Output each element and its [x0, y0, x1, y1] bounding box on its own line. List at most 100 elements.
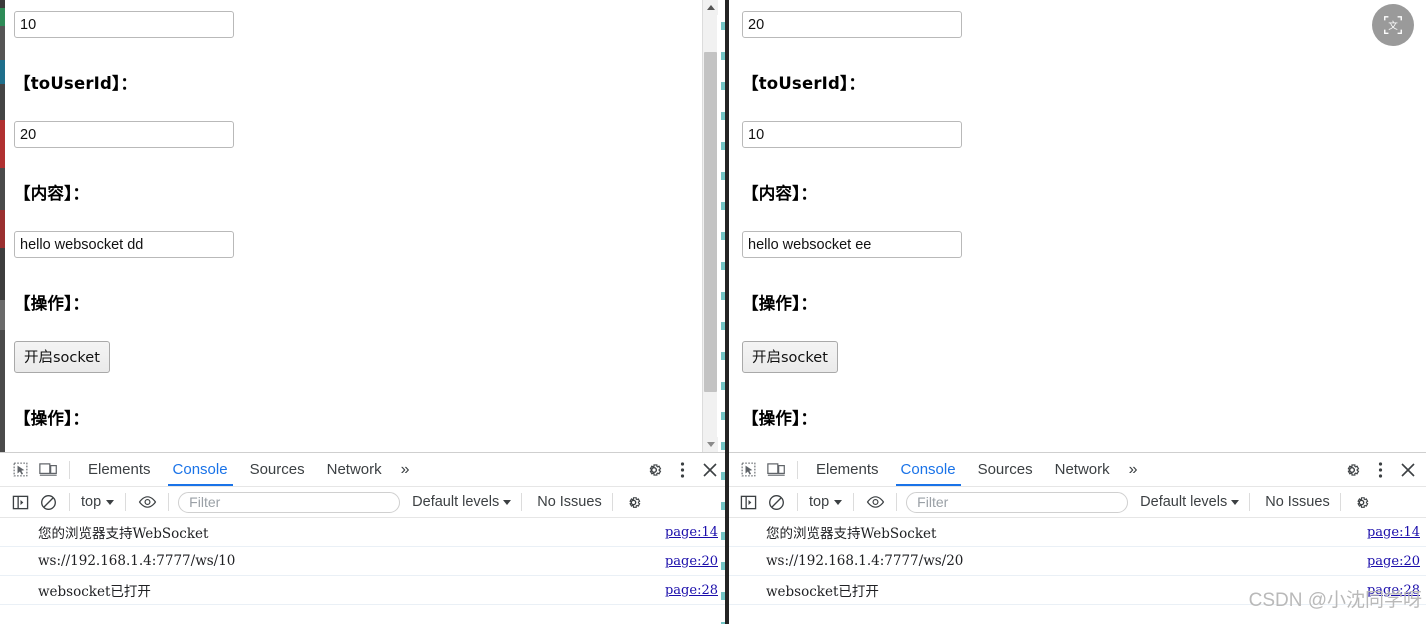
log-source-link[interactable]: page:28	[1367, 583, 1420, 598]
gear-icon[interactable]	[640, 456, 668, 484]
context-value: top	[809, 494, 830, 510]
tab-elements[interactable]: Elements	[77, 453, 162, 486]
live-expression-eye-icon[interactable]	[133, 488, 161, 516]
context-value: top	[81, 494, 102, 510]
inspect-element-icon[interactable]	[734, 456, 762, 484]
clear-console-icon[interactable]	[762, 488, 790, 516]
content-input[interactable]	[742, 231, 962, 258]
filterbar-divider-5	[611, 493, 613, 511]
log-source-link[interactable]: page:20	[665, 554, 718, 569]
filterbar-divider-4	[521, 493, 523, 511]
console-log-row[interactable]: websocket已打开 page:28	[0, 576, 728, 605]
console-filter-input[interactable]	[178, 491, 401, 513]
filterbar-divider-1	[69, 493, 70, 511]
more-tabs-chevron-icon[interactable]: »	[1121, 461, 1146, 479]
console-bottom-strip	[0, 620, 728, 624]
tab-network[interactable]: Network	[1044, 453, 1121, 486]
console-log-row[interactable]: ws://192.168.1.4:7777/ws/10 page:20	[0, 547, 728, 576]
browser-window-right: 【toUserId】： 【内容】： 【操作】： 开启socket 【操作】： 发…	[728, 0, 1426, 624]
console-bottom-strip	[728, 620, 1426, 624]
inspect-element-icon[interactable]	[6, 456, 34, 484]
content-input[interactable]	[14, 231, 234, 258]
chevron-down-icon	[106, 499, 115, 505]
console-settings-gear-icon[interactable]	[620, 488, 648, 516]
kebab-menu-icon[interactable]	[1366, 456, 1394, 484]
console-log-row[interactable]: 您的浏览器支持WebSocket page:14	[728, 518, 1426, 547]
page-scrollbar[interactable]	[702, 0, 718, 452]
tab-network[interactable]: Network	[316, 453, 393, 486]
user-id-input[interactable]	[742, 11, 962, 38]
log-message-url[interactable]: //192.168.1.4:7777	[789, 553, 919, 569]
to-user-id-input[interactable]	[14, 121, 234, 148]
scroll-up-arrow-icon[interactable]	[703, 0, 718, 15]
console-levels-selector[interactable]: Default levels	[1140, 494, 1240, 510]
kebab-menu-icon[interactable]	[668, 456, 696, 484]
user-id-input[interactable]	[14, 11, 234, 38]
page-content-right: 【toUserId】： 【内容】： 【操作】： 开启socket 【操作】： 发…	[728, 0, 1426, 452]
console-filter-bar: top Default levels No Issues	[0, 487, 728, 518]
scrollbar-thumb[interactable]	[704, 52, 717, 392]
tab-console[interactable]: Console	[890, 453, 967, 486]
filterbar-divider-3	[168, 493, 170, 511]
console-log-row[interactable]: ws://192.168.1.4:7777/ws/20 page:20	[728, 547, 1426, 576]
console-settings-gear-icon[interactable]	[1348, 488, 1376, 516]
live-expression-eye-icon[interactable]	[861, 488, 889, 516]
console-sidebar-icon[interactable]	[6, 488, 34, 516]
console-filter-bar: top Default levels No Issues	[728, 487, 1426, 518]
device-toolbar-icon[interactable]	[34, 456, 62, 484]
log-source-link[interactable]: page:14	[665, 525, 718, 540]
page-content-left: 【toUserId】： 【内容】： 【操作】： 开启socket 【操作】： 发…	[0, 0, 728, 452]
console-context-selector[interactable]: top	[805, 494, 846, 510]
filterbar-divider-2	[125, 493, 127, 511]
tab-console[interactable]: Console	[162, 453, 239, 486]
clear-console-icon[interactable]	[34, 488, 62, 516]
chevron-down-icon	[1231, 499, 1240, 505]
action-label-2: 【操作】：	[742, 409, 818, 428]
open-socket-button[interactable]: 开启socket	[742, 341, 838, 373]
close-icon[interactable]	[1394, 456, 1422, 484]
svg-text:文: 文	[1388, 20, 1398, 32]
scroll-down-arrow-icon[interactable]	[703, 437, 718, 452]
device-toolbar-icon[interactable]	[762, 456, 790, 484]
log-message: websocket已打开	[766, 584, 879, 600]
content-label: 【内容】：	[742, 184, 818, 203]
console-levels-selector[interactable]: Default levels	[412, 494, 512, 510]
devtools-panel-right: Elements Console Sources Network » top F…	[728, 452, 1426, 624]
tab-elements[interactable]: Elements	[805, 453, 890, 486]
devtools-tabbar: Elements Console Sources Network »	[0, 453, 728, 487]
console-context-selector[interactable]: top	[77, 494, 118, 510]
log-source-link[interactable]: page:20	[1367, 554, 1420, 569]
translate-icon[interactable]: 文	[1372, 4, 1414, 46]
console-log-list: 您的浏览器支持WebSocket page:14 ws://192.168.1.…	[0, 518, 728, 624]
tab-sources[interactable]: Sources	[967, 453, 1044, 486]
log-message-suffix: /ws/10	[190, 553, 236, 569]
log-source-link[interactable]: page:14	[1367, 525, 1420, 540]
console-log-row[interactable]: 您的浏览器支持WebSocket page:14	[0, 518, 728, 547]
no-issues-button[interactable]: No Issues	[537, 494, 601, 510]
open-socket-button[interactable]: 开启socket	[14, 341, 110, 373]
log-message: 您的浏览器支持WebSocket	[766, 526, 937, 542]
console-sidebar-icon[interactable]	[734, 488, 762, 516]
console-filter-input[interactable]	[906, 491, 1129, 513]
chevron-down-icon	[834, 499, 843, 505]
to-user-id-input[interactable]	[742, 121, 962, 148]
close-icon[interactable]	[696, 456, 724, 484]
filterbar-divider-4	[1249, 493, 1251, 511]
devtools-panel-left: Elements Console Sources Network » top F…	[0, 452, 728, 624]
console-log-list: 您的浏览器支持WebSocket page:14 ws://192.168.1.…	[728, 518, 1426, 624]
gear-icon[interactable]	[1338, 456, 1366, 484]
filterbar-divider-5	[1339, 493, 1341, 511]
levels-value: Default levels	[1140, 494, 1228, 510]
filterbar-divider-1	[797, 493, 798, 511]
log-message: websocket已打开	[38, 584, 151, 600]
tab-sources[interactable]: Sources	[239, 453, 316, 486]
no-issues-button[interactable]: No Issues	[1265, 494, 1329, 510]
action-label-1: 【操作】：	[742, 294, 818, 313]
log-source-link[interactable]: page:28	[665, 583, 718, 598]
console-log-row[interactable]: websocket已打开 page:28	[728, 576, 1426, 605]
window-divider	[721, 0, 729, 624]
log-message-url[interactable]: //192.168.1.4:7777	[61, 553, 191, 569]
window-edge-stripe	[0, 0, 5, 452]
more-tabs-chevron-icon[interactable]: »	[393, 461, 418, 479]
levels-value: Default levels	[412, 494, 500, 510]
